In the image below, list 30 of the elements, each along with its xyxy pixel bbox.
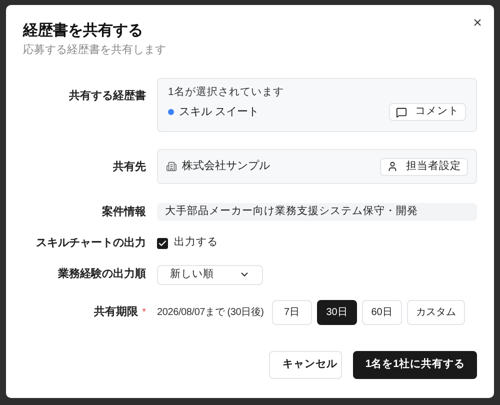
comment-icon	[396, 106, 407, 118]
dialog-subtitle: 応募する経歴書を共有します	[23, 42, 167, 58]
field-label: 業務経験の出力順	[58, 266, 146, 282]
period-option[interactable]: 60日	[362, 300, 402, 324]
checkbox-label: 出力する	[174, 235, 218, 250]
assignee-button[interactable]: 担当者設定	[380, 158, 468, 176]
field-label: 共有先	[113, 160, 146, 175]
comment-button[interactable]: コメント	[389, 103, 466, 121]
close-icon	[472, 16, 482, 28]
check-icon	[158, 238, 167, 248]
period-option[interactable]: 7日	[272, 300, 312, 324]
building-icon	[166, 161, 177, 172]
dialog-title: 経歴書を共有する	[23, 21, 144, 41]
selection-count: 1名が選択されています	[168, 85, 285, 99]
required-mark: *	[142, 306, 146, 320]
field-label: 案件情報	[102, 204, 146, 220]
order-select[interactable]: 新しい順	[157, 264, 263, 284]
field-label: 共有期限	[94, 304, 138, 320]
cancel-button[interactable]: キャンセル	[269, 351, 342, 379]
checkbox[interactable]	[157, 238, 168, 249]
resume-name: スキル スイート	[179, 104, 260, 120]
field-label: 共有する経歴書	[69, 88, 146, 104]
project-info: 大手部品メーカー向け業務支援システム保守・開発	[157, 203, 477, 221]
period-option[interactable]: カスタム	[406, 300, 465, 324]
company-name: 株式会社サンプル	[182, 158, 270, 174]
field-label: スキルチャートの出力	[36, 236, 146, 251]
period-summary: 2026/08/07まで (30日後)	[157, 306, 264, 320]
period-option[interactable]: 30日	[316, 300, 357, 324]
share-button[interactable]: 1名を1社に共有する	[353, 351, 477, 379]
person-icon	[387, 161, 398, 172]
